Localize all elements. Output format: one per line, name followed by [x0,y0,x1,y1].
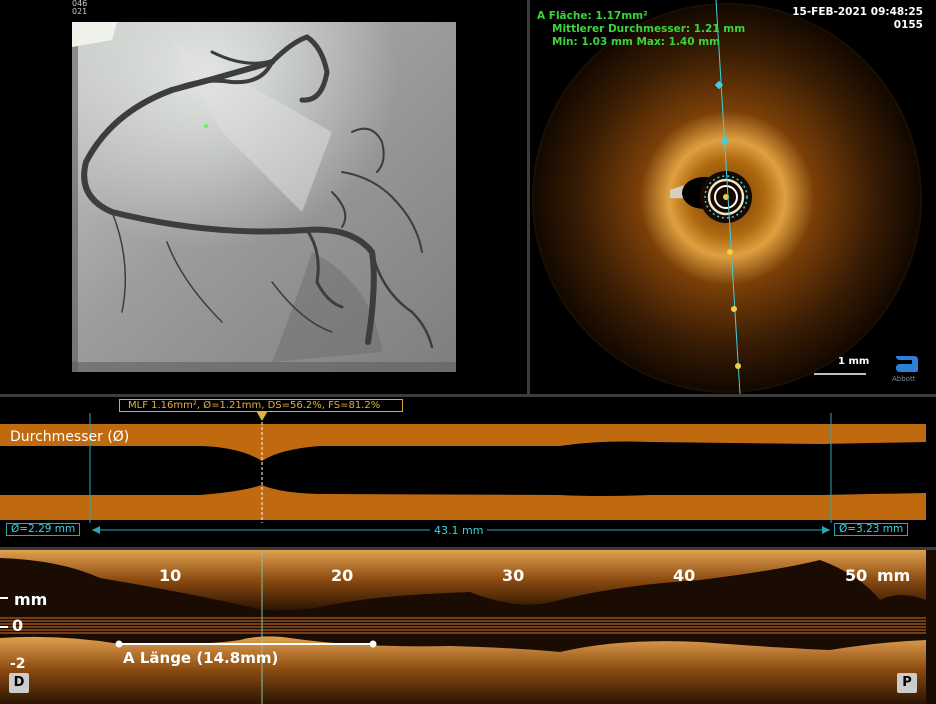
depth-tick-minus2: -2 [10,656,26,672]
longitudinal-image [0,550,936,704]
angio-corner-tag: 046 021 [72,0,88,16]
segment-length-value: 43.1 mm [430,524,488,537]
abbott-logo-icon [896,356,918,372]
diameter-title: Durchmesser (Ø) [10,429,130,445]
oct-area-text: A Fläche: 1.17mm² [537,10,648,22]
length-tick-50: 50 [845,566,868,585]
right-diameter-value: Ø=3.23 mm [834,523,909,536]
oct-cross-section-panel: A Fläche: 1.17mm² Mittlerer Durchmesser:… [530,0,936,394]
angiogram-panel: 046 021 [0,0,527,394]
oct-scale-label: 1 mm [838,356,870,367]
depth-tick-mark [0,597,8,599]
angiogram-image [72,22,456,372]
depth-axis-unit: mm [14,590,48,609]
oct-frame-number: 0155 [893,19,923,31]
depth-tick-mark-zero [0,626,8,628]
oct-datetime: 15-FEB-2021 09:48:25 [792,6,923,18]
distal-button[interactable]: D [9,673,29,693]
length-axis-unit: mm [877,566,911,585]
longitudinal-view-panel: 10 20 30 40 50 mm mm 0 -2 A Länge (14.8m… [0,550,936,704]
mlf-summary-box: MLF 1.16mm², Ø=1.21mm, DS=56.2%, FS=81.2… [119,399,403,412]
length-tick-40: 40 [673,566,696,585]
length-tick-10: 10 [159,566,182,585]
oct-min-max-text: Min: 1.03 mm Max: 1.40 mm [552,36,721,48]
proximal-button[interactable]: P [897,673,917,693]
length-tick-20: 20 [331,566,354,585]
left-diameter-value: Ø=2.29 mm [6,523,81,536]
oct-mean-diameter-text: Mittlerer Durchmesser: 1.21 mm [552,23,746,35]
abbott-logo-text: Abbott [892,375,916,383]
oct-cross-section-image [532,0,922,394]
depth-tick-zero: 0 [12,616,24,635]
length-measurement-label: A Länge (14.8mm) [123,649,279,667]
diameter-profile-panel: MLF 1.16mm², Ø=1.21mm, DS=56.2%, FS=81.2… [0,397,936,547]
length-tick-30: 30 [502,566,525,585]
